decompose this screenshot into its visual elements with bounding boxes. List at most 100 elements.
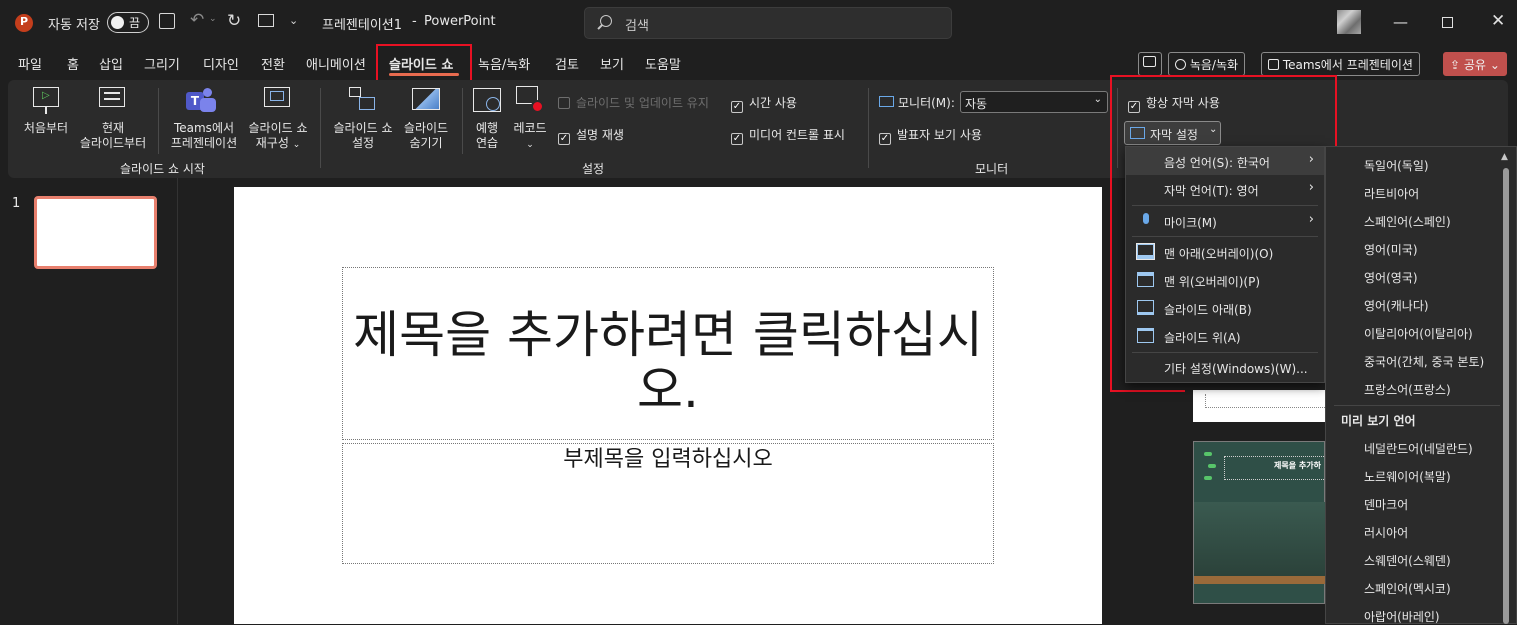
search-box[interactable]: 검색: [584, 7, 952, 39]
tab-animations[interactable]: 애니메이션: [306, 54, 366, 73]
subtitle-placeholder[interactable]: 부제목을 입력하십시오: [344, 441, 992, 473]
tab-insert[interactable]: 삽입: [99, 54, 123, 73]
language-item[interactable]: 영어(영국): [1364, 269, 1418, 286]
language-item[interactable]: 노르웨이어(복말): [1364, 468, 1451, 485]
language-item[interactable]: 스페인어(스페인): [1364, 213, 1451, 230]
play-narrations-checkbox[interactable]: ✓ 설명 재생: [558, 126, 624, 145]
menu-item-below-slide[interactable]: 슬라이드 아래(B): [1126, 294, 1324, 322]
language-item[interactable]: 덴마크어: [1364, 496, 1408, 513]
scroll-up-icon[interactable]: ▲: [1501, 152, 1508, 162]
tab-review[interactable]: 검토: [555, 54, 579, 73]
media-controls-checkbox[interactable]: ✓ 미디어 컨트롤 표시: [731, 126, 845, 145]
design-thumbnail-title: 제목을 추가하: [1274, 461, 1321, 470]
menu-item-subtitle-language[interactable]: 자막 언어(T): 영어 ›: [1126, 175, 1324, 203]
from-start-label: 처음부터: [23, 121, 69, 135]
teams-logo-icon: T: [186, 86, 218, 114]
record-slideshow-icon: [516, 86, 544, 114]
menu-item-label: 맨 아래(오버레이)(O): [1164, 247, 1274, 261]
customize-toolbar-icon[interactable]: ⌄: [289, 14, 298, 27]
rehearse-button[interactable]: 예행 연습: [468, 121, 506, 151]
menu-divider: [1132, 236, 1318, 237]
present-from-start-icon[interactable]: [258, 14, 274, 27]
ribbon-divider: [462, 88, 463, 154]
menu-item-label: 자막 언어(T): 영어: [1164, 184, 1259, 198]
presenter-view-label: 발표자 보기 사용: [897, 128, 982, 142]
from-current-button[interactable]: 현재 슬라이드부터: [70, 121, 156, 151]
autosave-toggle[interactable]: 끔: [107, 12, 149, 33]
tab-home[interactable]: 홈: [67, 54, 79, 73]
design-thumbnail-2[interactable]: 제목을 추가하: [1193, 441, 1326, 604]
monitor-icon: [879, 96, 894, 107]
menu-item-above-slide[interactable]: 슬라이드 위(A): [1126, 322, 1324, 350]
language-item[interactable]: 네덜란드어(네덜란드): [1364, 440, 1473, 457]
minimize-icon[interactable]: —: [1393, 13, 1408, 31]
rehearse-label-1: 예행: [475, 121, 499, 135]
language-item[interactable]: 라트비아어: [1364, 185, 1419, 202]
checkbox-box: ✓: [731, 133, 743, 145]
preview-languages-heading: 미리 보기 언어: [1341, 414, 1416, 428]
ribbon-divider: [868, 88, 869, 168]
below-slide-icon: [1137, 300, 1154, 315]
setup-slideshow-button[interactable]: 슬라이드 쇼 설정: [328, 121, 398, 151]
record-button[interactable]: 녹음/녹화: [1168, 52, 1246, 76]
hide-label-1: 슬라이드: [403, 121, 449, 135]
language-item[interactable]: 아랍어(바레인): [1364, 608, 1440, 625]
teams-present-button[interactable]: Teams에서 프레젠테이션: [1261, 52, 1420, 76]
presenter-view-checkbox[interactable]: ✓ 발표자 보기 사용: [879, 126, 982, 145]
undo-dropdown-icon[interactable]: ⌄: [209, 14, 217, 24]
title-placeholder[interactable]: 제목을 추가하려면 클릭하십시오.: [344, 308, 992, 418]
teams-present-label: Teams에서 프레젠테이션: [1282, 58, 1413, 72]
redo-icon[interactable]: ↻: [227, 11, 241, 31]
tab-view[interactable]: 보기: [600, 54, 624, 73]
menu-item-spoken-language[interactable]: 음성 언어(S): 한국어 ›: [1126, 147, 1324, 175]
checkbox-box: [558, 97, 570, 109]
tab-draw[interactable]: 그리기: [144, 54, 180, 73]
rehearse-label-2: 연습: [475, 136, 499, 150]
menu-item-bottom-overlay[interactable]: 맨 아래(오버레이)(O): [1126, 238, 1324, 266]
tab-transitions[interactable]: 전환: [261, 54, 285, 73]
submenu-scrollbar[interactable]: [1503, 168, 1509, 624]
language-item[interactable]: 독일어(독일): [1364, 157, 1429, 174]
record-ribbon-button[interactable]: 레코드 ⌄: [510, 121, 550, 153]
tab-help[interactable]: 도움말: [645, 54, 681, 73]
save-icon[interactable]: [159, 13, 175, 29]
close-icon[interactable]: ✕: [1491, 11, 1505, 31]
hide-slide-icon: [412, 88, 440, 110]
custom-show-button[interactable]: 슬라이드 쇼 재구성 ⌄: [242, 121, 314, 153]
menu-item-more-settings[interactable]: 기타 설정(Windows)(W)...: [1126, 353, 1324, 381]
from-start-stand-icon: [45, 107, 47, 114]
language-item[interactable]: 러시아어: [1364, 524, 1408, 541]
language-item[interactable]: 이탈리아어(이탈리아): [1364, 325, 1473, 342]
rehearse-timings-icon: [473, 88, 501, 112]
undo-icon[interactable]: ↶: [190, 10, 204, 30]
monitor-select[interactable]: 자동 ⌄: [960, 91, 1108, 113]
menu-item-microphone[interactable]: 마이크(M) ›: [1126, 207, 1324, 235]
maximize-icon[interactable]: [1442, 17, 1453, 28]
menu-item-top-overlay[interactable]: 맨 위(오버레이)(P): [1126, 266, 1324, 294]
hide-slide-button[interactable]: 슬라이드 숨기기: [398, 121, 454, 151]
search-placeholder: 검색: [625, 19, 649, 34]
media-controls-label: 미디어 컨트롤 표시: [749, 128, 845, 142]
avatar[interactable]: [1337, 10, 1361, 34]
language-item[interactable]: 영어(캐나다): [1364, 297, 1429, 314]
language-item[interactable]: 스페인어(멕시코): [1364, 580, 1451, 597]
group-label-monitor: 모니터: [975, 162, 1009, 176]
chevron-right-icon: ›: [1308, 212, 1314, 227]
tab-design[interactable]: 디자인: [203, 54, 239, 73]
slide-thumbnail-1[interactable]: [34, 196, 157, 269]
share-button[interactable]: ⇪ 공유 ⌄: [1443, 52, 1507, 76]
language-item[interactable]: 프랑스어(프랑스): [1364, 381, 1451, 398]
use-timings-label: 시간 사용: [749, 96, 797, 110]
language-item[interactable]: 스웨덴어(스웨덴): [1364, 552, 1451, 569]
tab-file[interactable]: 파일: [18, 54, 42, 73]
design-thumbnail-1[interactable]: [1193, 390, 1325, 422]
comments-button[interactable]: [1138, 52, 1162, 76]
tab-recording[interactable]: 녹음/녹화: [478, 54, 530, 73]
from-start-button[interactable]: 처음부터: [18, 121, 74, 136]
teams-present-ribbon-button[interactable]: Teams에서 프레젠테이션: [164, 121, 244, 151]
language-item[interactable]: 중국어(간체, 중국 본토): [1364, 353, 1484, 370]
top-overlay-icon: [1137, 272, 1154, 287]
language-item[interactable]: 영어(미국): [1364, 241, 1418, 258]
slideshow-tab-highlight: [376, 44, 472, 82]
use-timings-checkbox[interactable]: ✓ 시간 사용: [731, 94, 797, 113]
